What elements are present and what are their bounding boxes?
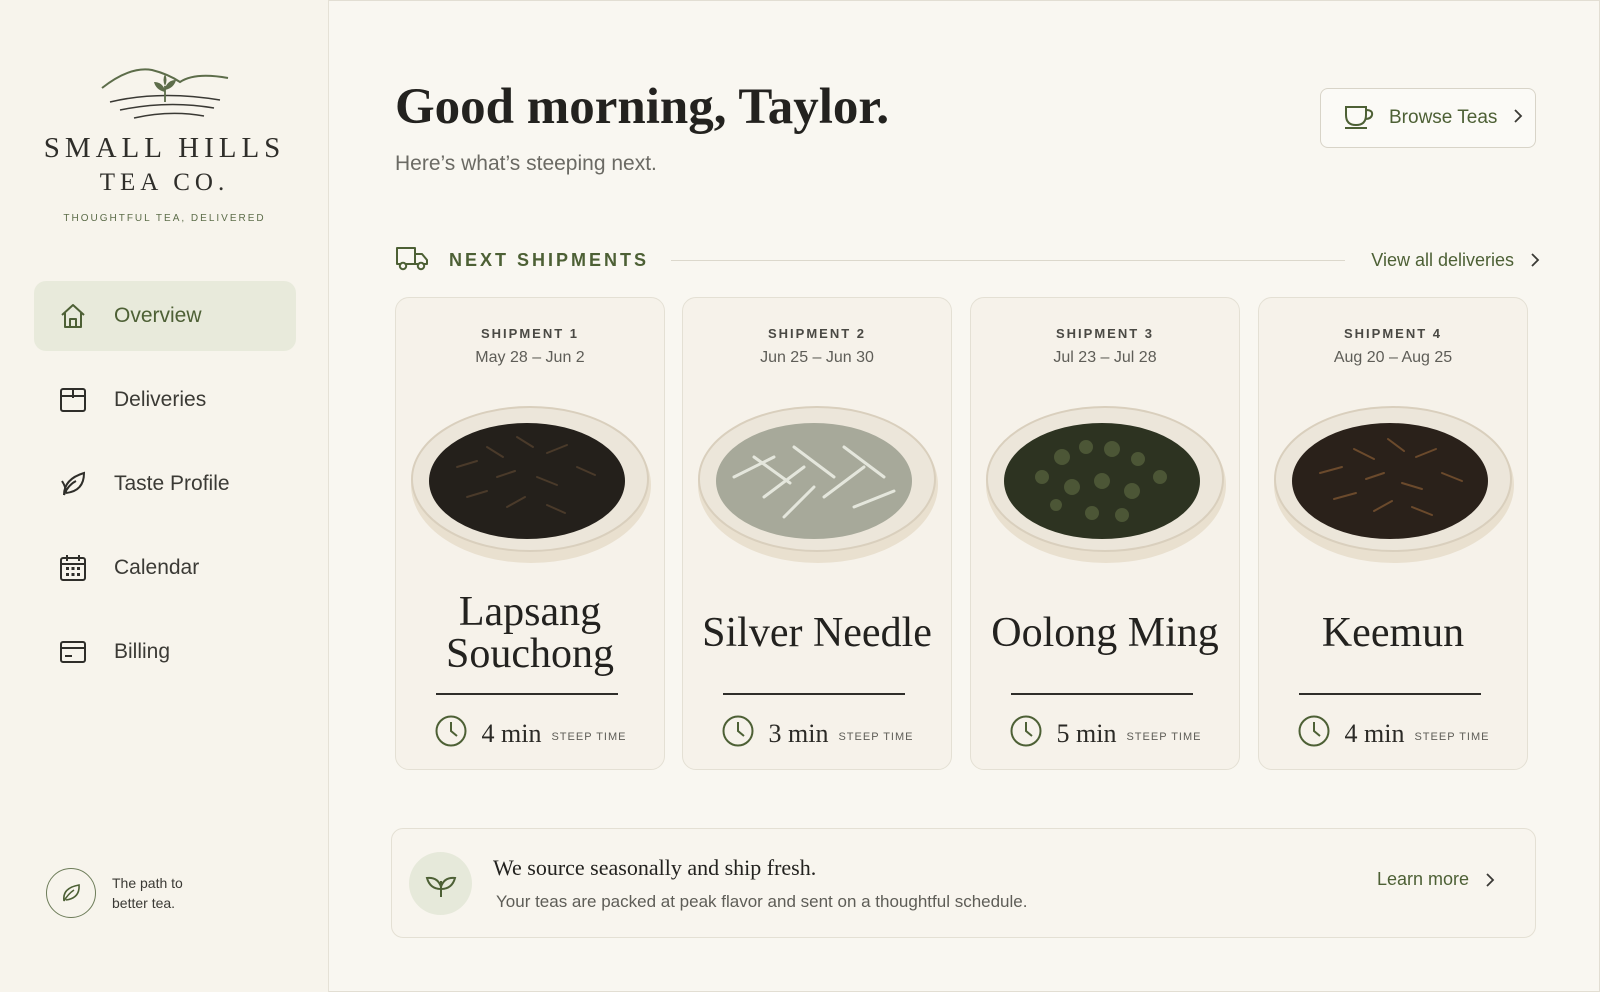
shipment-card[interactable]: SHIPMENT 4 Aug 20 – Aug 25 Keemun 4 min … bbox=[1258, 297, 1528, 770]
brand-tagline: THOUGHTFUL TEA, DELIVERED bbox=[63, 213, 266, 224]
steep-time-value: 5 min bbox=[1056, 718, 1117, 748]
sidebar-item-label: Billing bbox=[114, 640, 171, 663]
section-divider bbox=[671, 259, 1346, 261]
steep-time-label: STEEP TIME bbox=[1126, 730, 1202, 743]
steep-time: 4 min STEEP TIME bbox=[1259, 714, 1527, 753]
page-title: Good morning, Taylor. bbox=[395, 79, 890, 135]
tea-name: Silver Needle bbox=[702, 610, 932, 656]
sidebar-item-billing[interactable]: Billing bbox=[34, 617, 296, 687]
shipment-dates: Jun 25 – Jun 30 bbox=[760, 349, 874, 366]
steep-time: 4 min STEEP TIME bbox=[396, 714, 664, 753]
steep-time-label: STEEP TIME bbox=[1414, 730, 1490, 743]
browse-teas-label: Browse Teas bbox=[1389, 107, 1498, 128]
leaf-icon bbox=[56, 467, 90, 501]
sidebar-nav: Overview Deliveries Taste Profile Calend… bbox=[34, 281, 296, 701]
banner-body: Your teas are packed at peak flavor and … bbox=[496, 892, 1028, 911]
tea-name: Lapsang Souchong bbox=[446, 589, 614, 677]
shipment-card[interactable]: SHIPMENT 3 Jul 23 – Jul 28 Oolong Ming 5… bbox=[970, 297, 1240, 770]
brand-name-line1: SMALL HILLS bbox=[43, 132, 286, 164]
tea-bowl-image bbox=[986, 406, 1226, 563]
shipment-card[interactable]: SHIPMENT 2 Jun 25 – Jun 30 Silver Needle… bbox=[682, 297, 952, 770]
shipment-label: SHIPMENT 4 bbox=[1343, 326, 1442, 341]
sidebar-item-label: Taste Profile bbox=[114, 472, 230, 495]
brand-logo[interactable]: SMALL HILLS TEA CO. THOUGHTFUL TEA, DELI… bbox=[0, 60, 329, 224]
sidebar-item-label: Calendar bbox=[114, 556, 200, 579]
shipment-dates: Jul 23 – Jul 28 bbox=[1053, 349, 1157, 366]
tea-bowl-image bbox=[1274, 406, 1514, 563]
learn-more-link[interactable]: Learn more bbox=[1377, 869, 1495, 890]
steep-time: 5 min STEEP TIME bbox=[971, 714, 1239, 753]
sidebar-item-label: Deliveries bbox=[114, 388, 207, 411]
learn-more-label: Learn more bbox=[1376, 869, 1469, 889]
shipments-section-header: NEXT SHIPMENTS View all deliveries bbox=[395, 242, 1540, 278]
sidebar-item-calendar[interactable]: Calendar bbox=[34, 533, 296, 603]
tea-name-underline bbox=[1011, 693, 1193, 695]
steep-time: 3 min STEEP TIME bbox=[683, 714, 951, 753]
tea-name: Oolong Ming bbox=[991, 610, 1219, 656]
steep-time-value: 4 min bbox=[481, 718, 542, 748]
clock-icon bbox=[1009, 714, 1043, 753]
teacup-icon bbox=[1343, 103, 1375, 134]
view-all-label: View all deliveries bbox=[1371, 249, 1514, 270]
sidebar-item-overview[interactable]: Overview bbox=[34, 281, 296, 351]
shipment-label: SHIPMENT 2 bbox=[767, 326, 866, 341]
card-icon bbox=[56, 635, 90, 669]
shipment-dates: May 28 – Jun 2 bbox=[475, 349, 585, 366]
tea-name-underline bbox=[723, 693, 905, 695]
sidebar-item-taste-profile[interactable]: Taste Profile bbox=[34, 449, 296, 519]
brand-name-line2: TEA CO. bbox=[99, 169, 230, 196]
calendar-icon bbox=[56, 551, 90, 585]
section-title: NEXT SHIPMENTS bbox=[449, 249, 650, 270]
shipment-label: SHIPMENT 1 bbox=[480, 326, 579, 341]
truck-icon bbox=[395, 244, 429, 277]
sprout-icon bbox=[409, 852, 472, 915]
hills-logo-icon bbox=[100, 68, 228, 119]
sidebar-item-deliveries[interactable]: Deliveries bbox=[34, 365, 296, 435]
tea-name: Keemun bbox=[1321, 610, 1465, 656]
tea-name-underline bbox=[1299, 693, 1481, 695]
banner-title: We source seasonally and ship fresh. bbox=[493, 855, 817, 880]
shipment-cards: SHIPMENT 1 May 28 – Jun 2 Lapsang Soucho… bbox=[395, 297, 1535, 770]
sidebar-item-label: Overview bbox=[114, 304, 202, 327]
steep-time-label: STEEP TIME bbox=[551, 730, 627, 743]
sidebar: SMALL HILLS TEA CO. THOUGHTFUL TEA, DELI… bbox=[0, 0, 329, 992]
box-icon bbox=[56, 383, 90, 417]
shipment-dates: Aug 20 – Aug 25 bbox=[1333, 349, 1453, 366]
leaf-badge-icon bbox=[46, 868, 96, 918]
clock-icon bbox=[1297, 714, 1331, 753]
tea-bowl-image bbox=[698, 406, 938, 563]
chevron-right-icon bbox=[1530, 252, 1540, 268]
steep-time-value: 4 min bbox=[1344, 718, 1405, 748]
tea-name-underline bbox=[436, 693, 618, 695]
chevron-right-icon bbox=[1513, 108, 1523, 129]
tea-bowl-image bbox=[411, 406, 651, 563]
shipment-card[interactable]: SHIPMENT 1 May 28 – Jun 2 Lapsang Soucho… bbox=[395, 297, 665, 770]
shipment-label: SHIPMENT 3 bbox=[1055, 326, 1154, 341]
sidebar-footer: The path to better tea. bbox=[46, 868, 202, 918]
page-subtitle: Here’s what’s steeping next. bbox=[395, 152, 657, 175]
sidebar-footer-text: The path to better tea. bbox=[112, 875, 183, 911]
browse-teas-button[interactable]: Browse Teas bbox=[1320, 88, 1536, 148]
home-icon bbox=[56, 299, 90, 333]
clock-icon bbox=[721, 714, 755, 753]
view-all-deliveries-link[interactable]: View all deliveries bbox=[1371, 250, 1540, 271]
chevron-right-icon bbox=[1485, 872, 1495, 888]
sourcing-banner: We source seasonally and ship fresh. You… bbox=[391, 828, 1536, 938]
steep-time-value: 3 min bbox=[768, 718, 829, 748]
steep-time-label: STEEP TIME bbox=[838, 730, 914, 743]
clock-icon bbox=[434, 714, 468, 753]
